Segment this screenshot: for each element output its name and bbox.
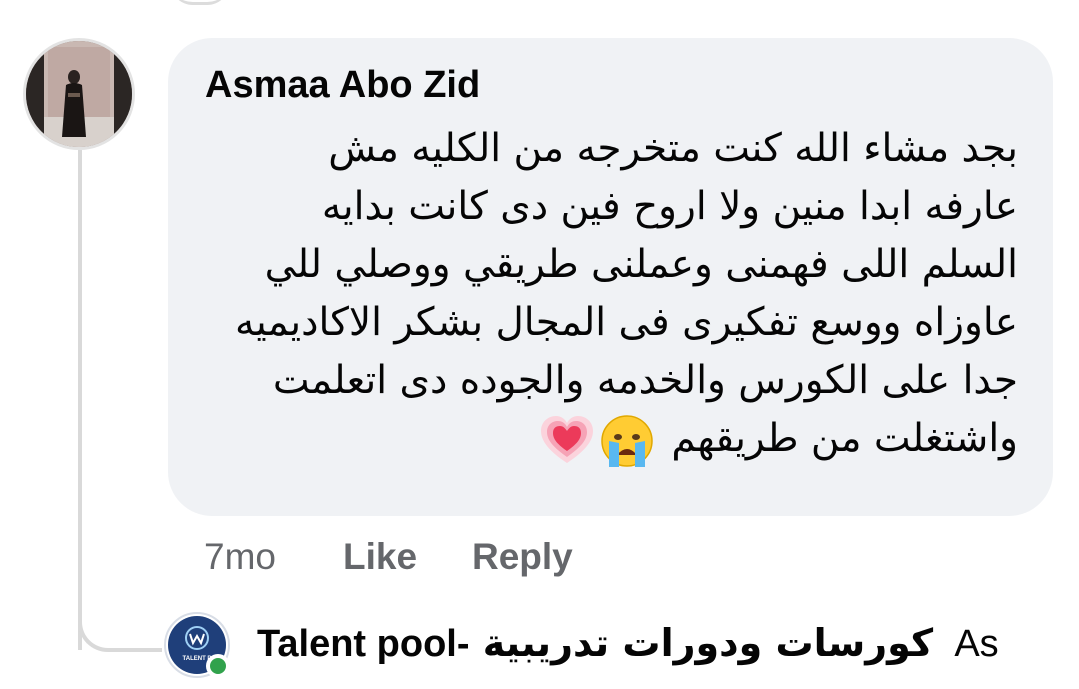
comment-text-line: عاوزاه ووسع تفكيرى فى المجال بشكر الاكاد…: [235, 300, 1018, 345]
comment-text-line: السلم اللى فهمنى وعملنى طريقي ووصلي للي: [264, 242, 1018, 287]
avatar[interactable]: [23, 38, 135, 150]
previous-comment-thread-line: [170, 0, 230, 5]
reply-author-arabic: كورسات ودورات تدريبية: [482, 621, 934, 665]
reply-author-latin: Talent pool-: [257, 623, 470, 665]
online-status-dot: [206, 654, 230, 678]
comment-timestamp[interactable]: 7mo: [204, 536, 276, 578]
thread-reply-connector: [78, 600, 162, 652]
reply-text-preview: As: [954, 623, 999, 665]
crying-face-emoji-icon: [601, 414, 653, 467]
comment-last-line: واشتغلت من طريقهم: [190, 410, 1018, 469]
thread-connector-line: [78, 150, 82, 650]
comment-thread: Asmaa Abo Zid بجد مشاء الله كنت متخرجه م…: [0, 0, 1079, 689]
comment-text-line: بجد مشاء الله كنت متخرجه من الكليه مش: [328, 126, 1018, 171]
comment-author-name[interactable]: Asmaa Abo Zid: [205, 64, 480, 107]
profile-photo: [26, 41, 132, 147]
like-button[interactable]: Like: [343, 536, 417, 578]
comment-text: بجد مشاء الله كنت متخرجه من الكليه مش عا…: [190, 120, 1018, 469]
comment-text-line: واشتغلت من طريقهم: [671, 416, 1018, 461]
comment-text-line: جدا على الكورس والخدمه والجوده دى اتعلمت: [272, 358, 1018, 403]
beating-heart-emoji-icon: [541, 415, 593, 463]
reply-author-name[interactable]: Talent pool- كورسات ودورات تدريبية As: [257, 621, 1079, 681]
comment-text-line: عارفه ابدا منين ولا اروح فين دى كانت بدا…: [321, 184, 1018, 229]
reply-button[interactable]: Reply: [472, 536, 573, 578]
